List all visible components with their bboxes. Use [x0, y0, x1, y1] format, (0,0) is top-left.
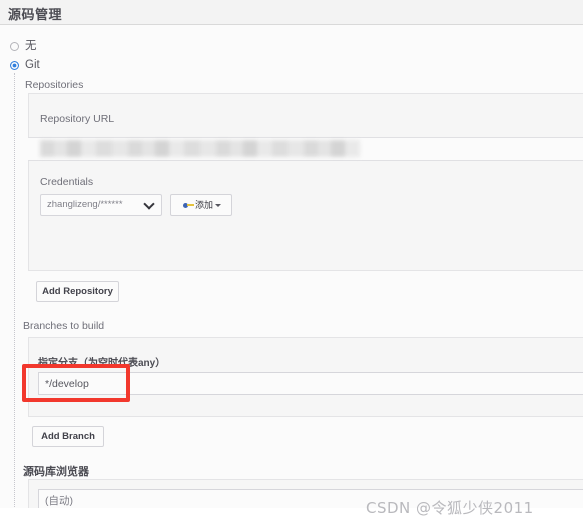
branch-specifier-label: 指定分支（为空时代表any）	[38, 358, 166, 369]
section-header: 源码管理	[0, 0, 583, 25]
radio-label-git: Git	[25, 59, 40, 71]
repositories-group-label: Repositories	[25, 79, 84, 91]
add-credentials-label: 添加	[194, 200, 213, 210]
add-credentials-button[interactable]: 添加	[170, 194, 232, 216]
repository-url-redacted-value	[40, 140, 360, 157]
indent-guide-line	[14, 73, 15, 507]
radio-option-none[interactable]: 无	[10, 38, 37, 54]
branch-specifier-input[interactable]: */develop	[38, 372, 583, 395]
caret-down-icon	[215, 203, 221, 207]
key-icon	[182, 201, 194, 209]
credentials-select-value: zhanglizeng/******	[47, 199, 123, 210]
scm-config-page: 源码管理 无 Git Repositories Repository URL C…	[0, 0, 583, 508]
chevron-down-icon	[145, 199, 154, 208]
credentials-select[interactable]: zhanglizeng/******	[40, 194, 162, 216]
radio-option-git[interactable]: Git	[10, 57, 40, 73]
radio-icon-git	[10, 60, 19, 70]
page-title: 源码管理	[8, 7, 63, 22]
repository-url-label: Repository URL	[40, 113, 115, 125]
radio-icon-none	[10, 41, 19, 51]
add-branch-button[interactable]: Add Branch	[32, 426, 104, 447]
branches-group-label: Branches to build	[23, 320, 105, 332]
credentials-label: Credentials	[40, 176, 94, 188]
radio-label-none: 无	[25, 40, 37, 52]
repository-browser-label: 源码库浏览器	[23, 466, 89, 478]
watermark: CSDN @令狐少侠2011	[366, 499, 534, 517]
add-repository-button[interactable]: Add Repository	[36, 281, 119, 302]
